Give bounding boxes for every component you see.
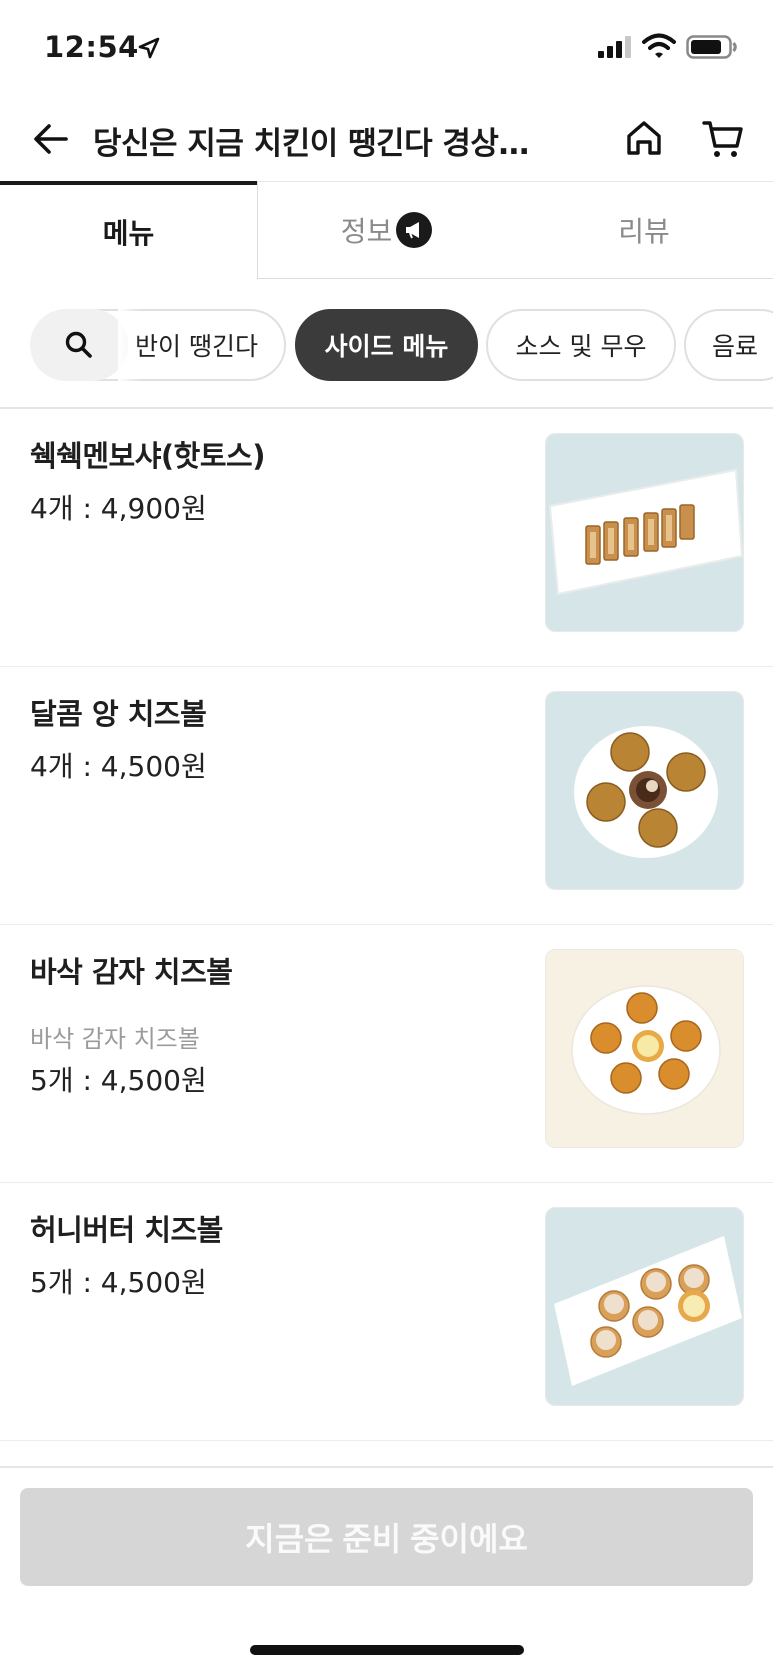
- bottom-divider: [0, 1466, 773, 1468]
- back-button[interactable]: [28, 116, 74, 162]
- tab-review-label: 리뷰: [618, 215, 670, 248]
- category-chip[interactable]: 소스 및 무우: [486, 309, 676, 381]
- menu-search-button[interactable]: [30, 309, 128, 381]
- home-button[interactable]: [620, 114, 668, 162]
- tab-review[interactable]: 리뷰: [515, 181, 773, 279]
- category-chip-row[interactable]: 반이 땡긴다 사이드 메뉴 소스 및 무우 음료: [0, 279, 773, 409]
- tab-info[interactable]: 정보: [257, 181, 515, 279]
- menu-item-image: [545, 691, 744, 890]
- cellular-signal-icon: [598, 36, 631, 58]
- menu-item-name: 허니버터 치즈볼: [30, 1213, 223, 1247]
- search-icon: [65, 331, 92, 358]
- sweet-cheeseball-plate-image: [546, 692, 743, 889]
- tab-menu-label: 메뉴: [102, 217, 155, 250]
- menu-item[interactable]: 바삭 감자 치즈볼 바삭 감자 치즈볼 5개 : 4,500원: [0, 925, 773, 1183]
- menu-item-name: 달콤 앙 치즈볼: [30, 697, 207, 731]
- potato-cheeseball-plate-image: [546, 950, 743, 1147]
- menu-item-description: 바삭 감자 치즈볼: [30, 1025, 200, 1053]
- store-title: 당신은 지금 치킨이 땡긴다 경상…: [93, 126, 529, 162]
- menu-list: 쉑쉑멘보샤(핫토스) 4개 : 4,900원 달콤 앙 치즈볼 4개: 4,5…: [0, 409, 773, 1441]
- store-tabs: 메뉴 정보 리뷰: [0, 181, 773, 279]
- category-chip[interactable]: 음료: [684, 309, 773, 381]
- menu-item[interactable]: 달콤 앙 치즈볼 4개 : 4,500원: [0, 667, 773, 925]
- home-icon: [627, 121, 661, 155]
- menu-item-price: 5개 : 4,500원: [30, 1266, 207, 1299]
- store-menu-page: 12:54 당신은 지금 치킨이 땡긴다 경상… 메뉴 정보 리뷰 반이 땡긴다…: [0, 0, 773, 1673]
- tab-info-label: 정보: [340, 215, 393, 248]
- order-button-disabled[interactable]: 지금은 준비 중이에요: [20, 1488, 753, 1586]
- store-header: 당신은 지금 치킨이 땡긴다 경상…: [0, 96, 773, 184]
- home-indicator[interactable]: [250, 1645, 524, 1655]
- chip-fade-mask: [118, 299, 140, 389]
- menu-item-price: 4개 : 4,500원: [30, 750, 207, 783]
- status-time: 12:54: [44, 30, 139, 64]
- menu-item-image: [545, 433, 744, 632]
- menu-item-image: [545, 949, 744, 1148]
- wifi-icon: [642, 33, 676, 58]
- back-arrow-icon: [34, 124, 68, 154]
- menu-item-price: 5개 : 4,500원: [30, 1064, 207, 1097]
- status-bar: 12:54: [0, 0, 773, 96]
- menu-item[interactable]: 쉑쉑멘보샤(핫토스) 4개 : 4,900원: [0, 409, 773, 667]
- menu-item-price: 4개 : 4,900원: [30, 492, 207, 525]
- megaphone-icon: [396, 212, 433, 248]
- category-chip-active[interactable]: 사이드 메뉴: [295, 309, 478, 381]
- battery-icon: [686, 35, 737, 59]
- menbosha-plate-image: [546, 434, 743, 631]
- honeybutter-cheeseball-plate-image: [546, 1208, 743, 1405]
- tab-menu[interactable]: 메뉴: [0, 181, 257, 279]
- menu-item[interactable]: 허니버터 치즈볼 5개 : 4,500원: [0, 1183, 773, 1441]
- menu-item-image: [545, 1207, 744, 1406]
- menu-item-name: 쉑쉑멘보샤(핫토스): [30, 439, 265, 473]
- cart-button[interactable]: [698, 114, 748, 164]
- cart-icon: [702, 121, 743, 157]
- location-arrow-icon: [138, 37, 160, 59]
- menu-item-name: 바삭 감자 치즈볼: [30, 955, 233, 989]
